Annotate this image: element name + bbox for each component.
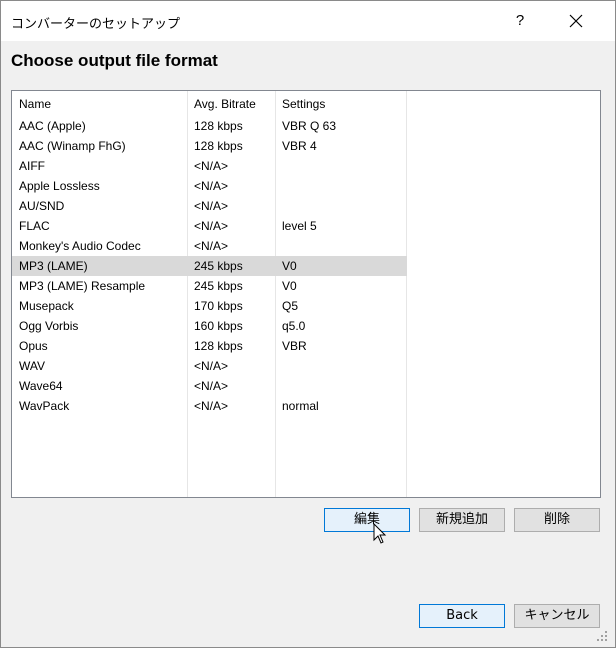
close-icon [569, 14, 583, 28]
column-header-bitrate[interactable]: Avg. Bitrate [194, 97, 256, 111]
format-name: Apple Lossless [19, 179, 100, 193]
format-settings: V0 [282, 259, 297, 273]
table-row[interactable]: WavPack <N/A> normal [12, 396, 407, 416]
format-name: WAV [19, 359, 45, 373]
format-settings: VBR 4 [282, 139, 317, 153]
format-name: MP3 (LAME) Resample [19, 279, 146, 293]
table-row[interactable]: MP3 (LAME) Resample 245 kbps V0 [12, 276, 407, 296]
format-bitrate: <N/A> [194, 379, 229, 393]
format-name: Wave64 [19, 379, 63, 393]
format-settings: VBR Q 63 [282, 119, 337, 133]
format-bitrate: <N/A> [194, 219, 229, 233]
format-settings: VBR [282, 339, 307, 353]
format-bitrate: <N/A> [194, 159, 229, 173]
title-bar: コンバーターのセットアップ ? [1, 1, 615, 41]
edit-button[interactable]: 編集 [324, 508, 410, 532]
format-settings: Q5 [282, 299, 299, 313]
format-bitrate: 170 kbps [194, 299, 243, 313]
resize-grip-icon[interactable] [595, 629, 609, 643]
table-row[interactable]: Opus 128 kbps VBR [12, 336, 407, 356]
mouse-cursor-icon [373, 523, 387, 544]
format-name: AIFF [19, 159, 45, 173]
window-title: コンバーターのセットアップ [11, 17, 181, 32]
converter-setup-window: コンバーターのセットアップ ? Choose output file forma… [0, 0, 616, 648]
format-settings: q5.0 [282, 319, 306, 333]
format-name: AAC (Winamp FhG) [19, 139, 126, 153]
format-bitrate: <N/A> [194, 239, 229, 253]
table-row[interactable]: Apple Lossless <N/A> [12, 176, 407, 196]
format-name: MP3 (LAME) [19, 259, 88, 273]
format-name: Musepack [19, 299, 74, 313]
format-bitrate: 128 kbps [194, 139, 243, 153]
cancel-button[interactable]: キャンセル [514, 604, 600, 628]
format-bitrate: 245 kbps [194, 259, 243, 273]
table-row[interactable]: WAV <N/A> [12, 356, 407, 376]
table-row[interactable]: MP3 (LAME) 245 kbps V0 [12, 256, 407, 276]
table-row[interactable]: AIFF <N/A> [12, 156, 407, 176]
table-row[interactable]: Monkey's Audio Codec <N/A> [12, 236, 407, 256]
table-row[interactable]: AU/SND <N/A> [12, 196, 407, 216]
delete-button[interactable]: 削除 [514, 508, 600, 532]
close-button[interactable] [557, 7, 595, 35]
format-bitrate: 245 kbps [194, 279, 243, 293]
table-row[interactable]: Musepack 170 kbps Q5 [12, 296, 407, 316]
format-name: Monkey's Audio Codec [19, 239, 141, 253]
format-name: Ogg Vorbis [19, 319, 79, 333]
table-row[interactable]: Wave64 <N/A> [12, 376, 407, 396]
format-bitrate: <N/A> [194, 199, 229, 213]
table-row[interactable]: AAC (Winamp FhG) 128 kbps VBR 4 [12, 136, 407, 156]
add-new-button[interactable]: 新規追加 [419, 508, 505, 532]
format-settings: normal [282, 399, 319, 413]
column-header-settings[interactable]: Settings [282, 97, 325, 111]
format-name: Opus [19, 339, 48, 353]
format-bitrate: 128 kbps [194, 339, 243, 353]
format-bitrate: 128 kbps [194, 119, 243, 133]
format-name: AAC (Apple) [19, 119, 86, 133]
format-bitrate: <N/A> [194, 359, 229, 373]
format-bitrate: <N/A> [194, 399, 229, 413]
table-row[interactable]: AAC (Apple) 128 kbps VBR Q 63 [12, 116, 407, 136]
format-name: FLAC [19, 219, 50, 233]
table-row[interactable]: Ogg Vorbis 160 kbps q5.0 [12, 316, 407, 336]
page-title: Choose output file format [11, 51, 218, 70]
format-list[interactable]: Name Avg. Bitrate Settings AAC (Apple) 12… [11, 90, 601, 498]
back-button[interactable]: Back [419, 604, 505, 628]
help-button[interactable]: ? [501, 7, 539, 35]
table-row[interactable]: FLAC <N/A> level 5 [12, 216, 407, 236]
format-settings: level 5 [282, 219, 317, 233]
format-bitrate: 160 kbps [194, 319, 243, 333]
column-header-name[interactable]: Name [19, 97, 51, 111]
format-name: AU/SND [19, 199, 65, 213]
format-bitrate: <N/A> [194, 179, 229, 193]
format-settings: V0 [282, 279, 297, 293]
format-name: WavPack [19, 399, 70, 413]
